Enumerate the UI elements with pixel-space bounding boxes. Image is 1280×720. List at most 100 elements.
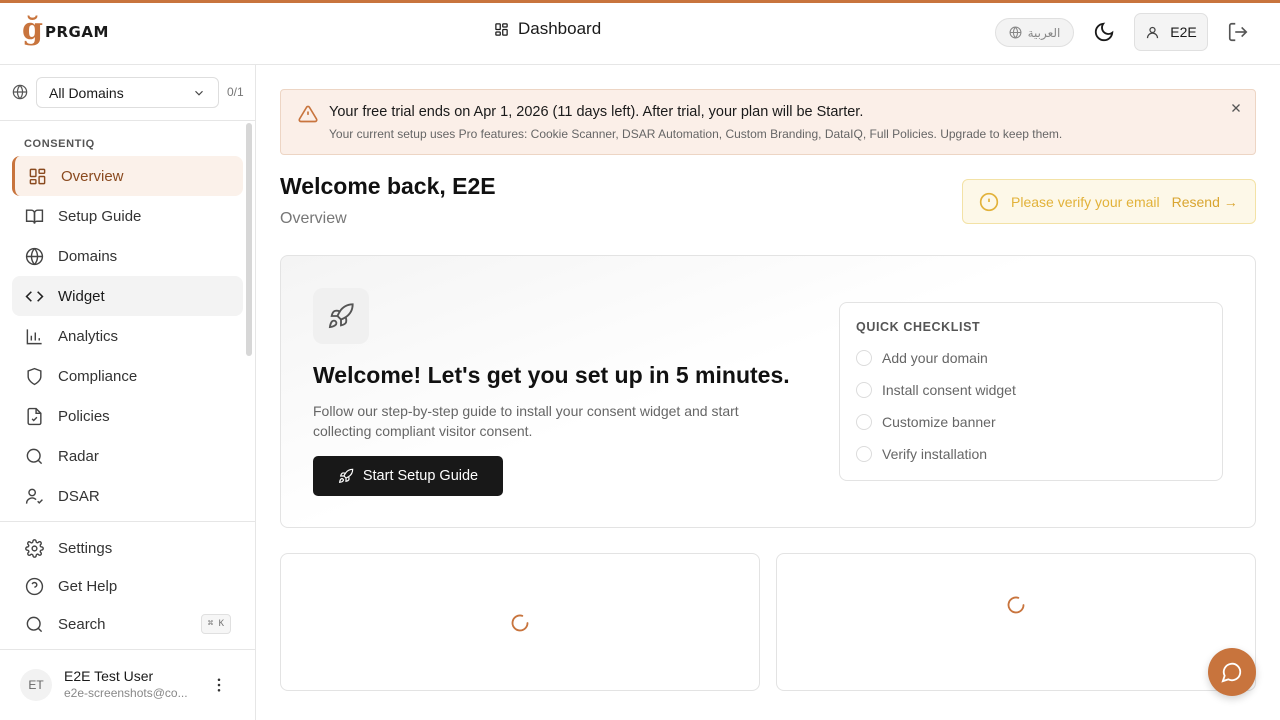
sidebar-item-label: Radar xyxy=(58,447,99,465)
unchecked-circle-icon xyxy=(856,414,872,430)
sidebar: All Domains 0/1 CONSENTIQ Overview Setup… xyxy=(0,65,256,720)
rocket-badge xyxy=(313,288,369,344)
setup-description: Follow our step-by-step guide to install… xyxy=(313,403,739,439)
domain-select[interactable]: All Domains xyxy=(36,77,219,108)
rocket-icon xyxy=(327,302,355,330)
top-header: ğ PRGAM Dashboard العربية E2E xyxy=(0,3,1280,65)
code-icon xyxy=(24,286,44,306)
dashboard-grid-icon xyxy=(494,22,509,37)
loading-spinner-icon xyxy=(510,613,530,633)
checklist-item[interactable]: Add your domain xyxy=(856,350,988,366)
dashboard-grid-icon xyxy=(27,166,47,186)
search-shortcut-badge: ⌘ K xyxy=(200,614,231,634)
sidebar-item-label: Widget xyxy=(58,287,105,305)
user-menu-button[interactable]: E2E xyxy=(1134,13,1208,51)
help-circle-icon xyxy=(24,576,44,596)
user-menu-label: E2E xyxy=(1170,24,1197,40)
user-divider xyxy=(0,649,255,650)
theme-toggle-button[interactable] xyxy=(1093,21,1115,43)
file-check-icon xyxy=(24,406,44,426)
welcome-heading: Welcome back, E2E xyxy=(280,173,496,199)
user-email: e2e-screenshots@co... xyxy=(64,686,188,700)
welcome-subheading: Overview xyxy=(280,210,347,227)
sidebar-item-radar[interactable]: Radar xyxy=(12,436,243,476)
sidebar-item-label: Get Help xyxy=(58,577,118,595)
sidebar-item-policies[interactable]: Policies xyxy=(12,396,243,436)
verify-email-text: Please verify your email xyxy=(1011,193,1160,210)
checklist-item[interactable]: Verify installation xyxy=(856,446,987,462)
logout-button[interactable] xyxy=(1227,21,1249,43)
sidebar-item-label: Search xyxy=(58,615,106,633)
sidebar-item-domains[interactable]: Domains xyxy=(12,236,243,276)
warning-icon xyxy=(297,104,319,124)
sidebar-item-widget[interactable]: Widget xyxy=(12,276,243,316)
language-switch-button[interactable]: العربية xyxy=(995,18,1074,47)
start-setup-guide-label: Start Setup Guide xyxy=(362,468,479,484)
setup-title: Welcome! Let's get you set up in 5 minut… xyxy=(313,362,790,388)
chevron-down-icon xyxy=(192,86,206,100)
sidebar-divider xyxy=(0,521,255,522)
unchecked-circle-icon xyxy=(856,446,872,462)
alert-circle-icon xyxy=(979,192,999,212)
checklist-item[interactable]: Customize banner xyxy=(856,414,996,430)
sidebar-item-label: DSAR xyxy=(58,487,100,505)
checklist-title: QUICK CHECKLIST xyxy=(856,320,981,334)
checklist-item-label: Add your domain xyxy=(882,350,988,366)
logout-icon xyxy=(1227,21,1249,43)
user-name: E2E Test User xyxy=(64,668,154,684)
avatar: ET xyxy=(20,669,52,701)
more-vertical-icon[interactable] xyxy=(210,676,228,694)
moon-icon xyxy=(1093,21,1115,43)
user-check-icon xyxy=(24,486,44,506)
sidebar-item-label: Setup Guide xyxy=(58,207,142,225)
search-icon xyxy=(24,446,44,466)
loading-spinner-icon xyxy=(1006,595,1026,615)
checklist-item-label: Verify installation xyxy=(882,446,988,462)
user-icon xyxy=(1145,25,1160,40)
sidebar-item-overview[interactable]: Overview xyxy=(12,156,243,196)
sidebar-item-label: Domains xyxy=(58,247,118,265)
sidebar-item-analytics[interactable]: Analytics xyxy=(12,316,243,356)
setup-card: Welcome! Let's get you set up in 5 minut… xyxy=(280,255,1256,528)
sidebar-item-get-help[interactable]: Get Help xyxy=(12,566,243,606)
sidebar-scrollbar[interactable] xyxy=(246,123,252,356)
globe-icon xyxy=(24,246,44,266)
sidebar-item-settings[interactable]: Settings xyxy=(12,528,243,568)
nav-section-label: CONSENTIQ xyxy=(24,138,95,150)
start-setup-guide-button[interactable]: Start Setup Guide xyxy=(313,456,503,496)
trial-banner-subtitle: Your current setup uses Pro features: Co… xyxy=(329,127,1063,141)
page-title: Dashboard xyxy=(494,19,601,39)
page-title-text: Dashboard xyxy=(518,19,602,38)
close-icon[interactable] xyxy=(1229,101,1243,115)
checklist-item-label: Customize banner xyxy=(882,414,996,430)
language-label: العربية xyxy=(1027,25,1061,40)
sidebar-item-setup-guide[interactable]: Setup Guide xyxy=(12,196,243,236)
domain-select-value: All Domains xyxy=(49,84,124,101)
logo-mark: ğ xyxy=(22,12,43,47)
quick-checklist: QUICK CHECKLIST Add your domain Install … xyxy=(839,302,1223,481)
checklist-item-label: Install consent widget xyxy=(882,382,1016,398)
globe-icon xyxy=(1009,26,1022,39)
book-icon xyxy=(24,206,44,226)
trial-banner-title: Your free trial ends on Apr 1, 2026 (11 … xyxy=(329,104,864,120)
shield-icon xyxy=(24,366,44,386)
sidebar-item-compliance[interactable]: Compliance xyxy=(12,356,243,396)
rocket-icon xyxy=(338,468,354,484)
domain-selector-row: All Domains 0/1 xyxy=(0,65,255,121)
sidebar-item-label: Compliance xyxy=(58,367,138,385)
brand-logo[interactable]: ğ PRGAM xyxy=(22,15,109,45)
sidebar-item-label: Analytics xyxy=(58,327,119,345)
sidebar-item-label: Overview xyxy=(61,167,124,185)
verify-email-notice: Please verify your email Resend → xyxy=(962,179,1256,224)
sidebar-item-dsar[interactable]: DSAR xyxy=(12,476,243,516)
sidebar-item-label: Policies xyxy=(58,407,110,425)
chat-bubble-icon xyxy=(1221,661,1243,683)
sidebar-user[interactable]: ET E2E Test User e2e-screenshots@co... xyxy=(20,668,240,704)
globe-icon xyxy=(12,84,28,100)
checklist-item[interactable]: Install consent widget xyxy=(856,382,1016,398)
chat-launcher-button[interactable] xyxy=(1208,648,1256,696)
sidebar-item-search[interactable]: Search ⌘ K xyxy=(12,604,243,644)
gear-icon xyxy=(24,538,44,558)
unchecked-circle-icon xyxy=(856,382,872,398)
resend-button[interactable]: Resend → xyxy=(1172,194,1238,210)
